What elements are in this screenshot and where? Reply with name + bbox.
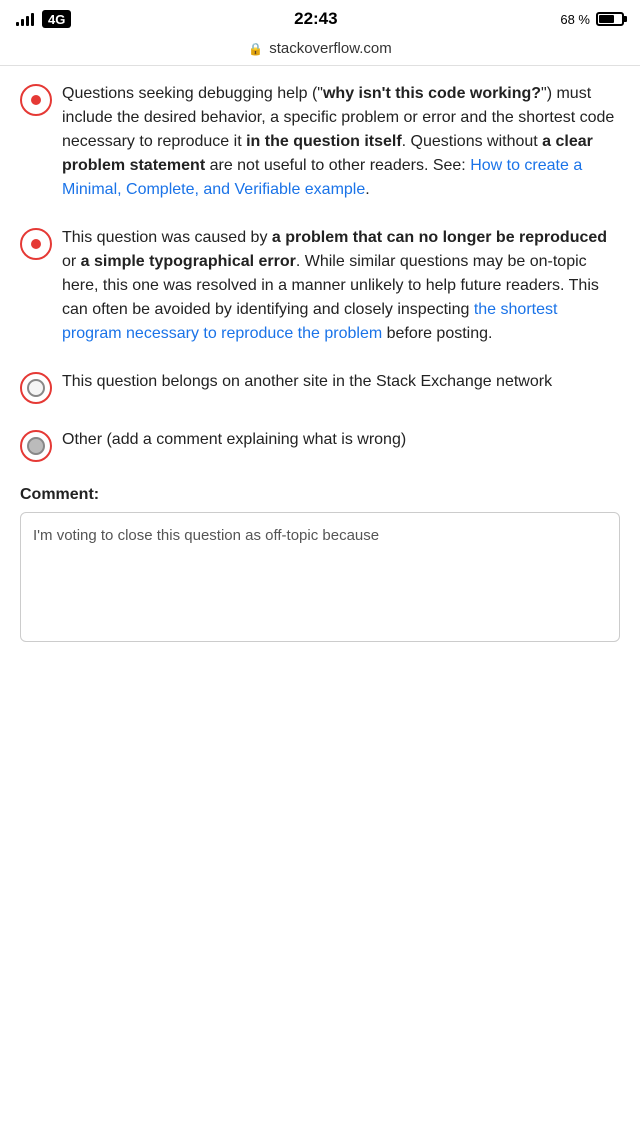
option-text-3: This question belongs on another site in…: [62, 370, 620, 394]
status-right: 68 %: [560, 12, 624, 27]
radio-button-4[interactable]: [20, 430, 52, 462]
network-label: 4G: [42, 10, 71, 28]
signal-icon: [16, 12, 34, 26]
comment-textarea[interactable]: [20, 512, 620, 642]
option-item-2[interactable]: This question was caused by a problem th…: [20, 226, 620, 346]
radio-dot-1: [31, 95, 41, 105]
clock: 22:43: [294, 9, 337, 29]
radio-button-3[interactable]: [20, 372, 52, 404]
option-text-4: Other (add a comment explaining what is …: [62, 428, 620, 452]
comment-section: Comment:: [20, 486, 620, 647]
option-text-1: Questions seeking debugging help ("why i…: [62, 82, 620, 202]
radio-button-1[interactable]: [20, 84, 52, 116]
option-item-4[interactable]: Other (add a comment explaining what is …: [20, 428, 620, 462]
lock-icon: 🔒: [248, 42, 263, 56]
comment-label: Comment:: [20, 486, 620, 504]
url-text: stackoverflow.com: [269, 40, 392, 57]
battery-percentage: 68 %: [560, 12, 590, 27]
radio-inner-4: [27, 437, 45, 455]
battery-icon: [596, 12, 624, 26]
status-left: 4G: [16, 10, 71, 28]
battery-fill: [599, 15, 614, 23]
status-bar: 4G 22:43 68 %: [0, 0, 640, 36]
radio-inner-3: [27, 379, 45, 397]
radio-dot-2: [31, 239, 41, 249]
address-bar[interactable]: 🔒 stackoverflow.com: [0, 36, 640, 66]
option-text-2: This question was caused by a problem th…: [62, 226, 620, 346]
shortest-program-link[interactable]: the shortest program necessary to reprod…: [62, 301, 557, 342]
option-item-3[interactable]: This question belongs on another site in…: [20, 370, 620, 404]
main-content: Questions seeking debugging help ("why i…: [0, 66, 640, 663]
radio-button-2[interactable]: [20, 228, 52, 260]
option-item-1[interactable]: Questions seeking debugging help ("why i…: [20, 82, 620, 202]
